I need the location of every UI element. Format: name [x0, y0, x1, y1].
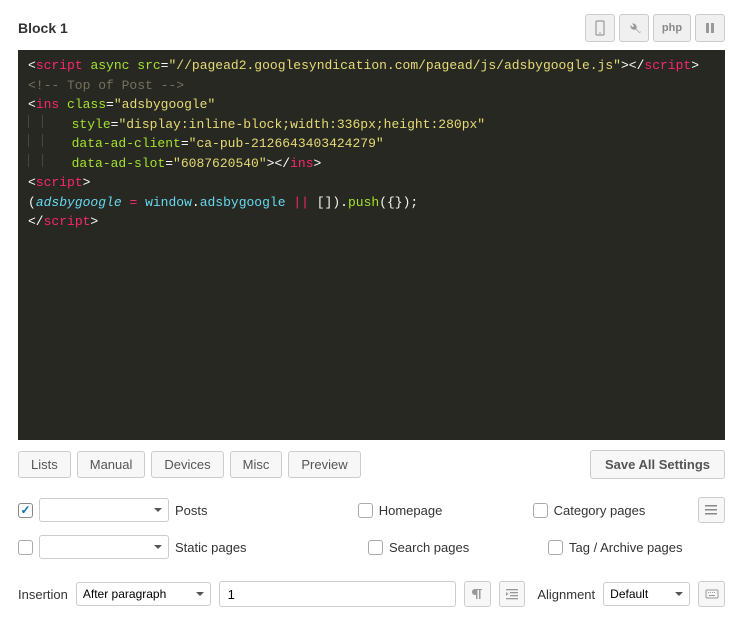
static-pages-label: Static pages: [175, 540, 247, 555]
homepage-label: Homepage: [379, 503, 443, 518]
devices-button[interactable]: Devices: [151, 451, 223, 478]
homepage-checkbox[interactable]: [358, 503, 373, 518]
alignment-select[interactable]: Default: [603, 582, 690, 606]
category-pages-checkbox[interactable]: [533, 503, 548, 518]
options-row-1: Posts Homepage Category pages: [10, 491, 733, 529]
insertion-value-input[interactable]: [219, 581, 456, 607]
static-pages-select[interactable]: [39, 535, 169, 559]
insertion-row: Insertion After paragraph Alignment Defa…: [10, 573, 733, 615]
options-row-2: Static pages Search pages Tag / Archive …: [10, 529, 733, 565]
search-pages-label: Search pages: [389, 540, 469, 555]
tag-archive-label: Tag / Archive pages: [569, 540, 682, 555]
posts-label: Posts: [175, 503, 208, 518]
paragraph-icon-button[interactable]: [464, 581, 491, 607]
alignment-label: Alignment: [537, 587, 595, 602]
indent-icon-button[interactable]: [499, 581, 526, 607]
php-button[interactable]: php: [653, 14, 691, 42]
device-preview-button[interactable]: [585, 14, 615, 42]
search-pages-checkbox[interactable]: [368, 540, 383, 555]
tools-button[interactable]: [619, 14, 649, 42]
posts-select[interactable]: [39, 498, 169, 522]
list-options-button[interactable]: [698, 497, 725, 523]
manual-button[interactable]: Manual: [77, 451, 146, 478]
misc-button[interactable]: Misc: [230, 451, 283, 478]
tab-buttons: Lists Manual Devices Misc Preview: [18, 451, 361, 478]
static-pages-checkbox[interactable]: [18, 540, 33, 555]
pause-button[interactable]: [695, 14, 725, 42]
preview-button[interactable]: Preview: [288, 451, 360, 478]
lists-button[interactable]: Lists: [18, 451, 71, 478]
keyboard-icon-button[interactable]: [698, 581, 725, 607]
header-toolbar: php: [585, 14, 725, 42]
code-editor[interactable]: <script async src="//pagead2.googlesyndi…: [18, 50, 725, 440]
tag-archive-checkbox[interactable]: [548, 540, 563, 555]
save-all-settings-button[interactable]: Save All Settings: [590, 450, 725, 479]
block-title: Block 1: [18, 20, 68, 36]
insertion-select[interactable]: After paragraph: [76, 582, 211, 606]
insertion-label: Insertion: [18, 587, 68, 602]
category-pages-label: Category pages: [554, 503, 646, 518]
posts-checkbox[interactable]: [18, 503, 33, 518]
